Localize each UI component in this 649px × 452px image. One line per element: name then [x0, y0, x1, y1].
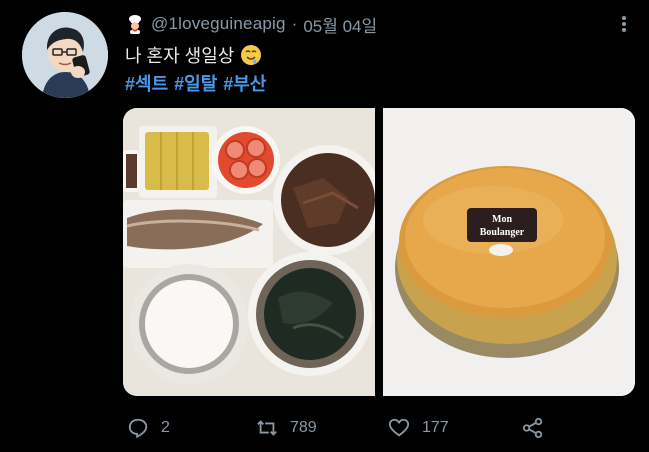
avatar-illustration: [22, 12, 108, 98]
hashtag-link[interactable]: #부산: [223, 74, 266, 94]
media-divider: [375, 108, 383, 396]
cake-image: Mon Boulanger: [383, 108, 635, 396]
hashtag-link[interactable]: #섹트: [125, 74, 168, 94]
share-icon: [522, 417, 543, 439]
avatar[interactable]: [22, 12, 108, 98]
reply-count: 2: [161, 419, 170, 436]
action-bar: 2 789 177: [125, 410, 605, 446]
more-icon[interactable]: [616, 12, 632, 36]
hashtag-list: #섹트 #일탈 #부산: [125, 70, 272, 96]
hashtag-link[interactable]: #일탈: [174, 74, 217, 94]
tweet-header: @1loveguineapig · 05월 04일: [125, 12, 377, 36]
tweet-date[interactable]: 05월 04일: [303, 12, 377, 37]
like-icon: [388, 418, 410, 437]
cake-label-line1: Mon: [492, 214, 512, 225]
media-grid: Mon Boulanger: [123, 108, 635, 396]
like-button[interactable]: 177: [388, 410, 449, 446]
cake-label-line2: Boulanger: [480, 227, 525, 238]
photo-cake[interactable]: Mon Boulanger: [383, 108, 635, 396]
retweet-button[interactable]: 789: [256, 410, 317, 446]
reply-button[interactable]: 2: [127, 410, 170, 446]
retweet-count: 789: [290, 419, 317, 436]
separator-dot: ·: [291, 14, 298, 33]
reply-icon: [128, 418, 148, 439]
chef-avatar-icon: [129, 15, 141, 34]
drooling-face-emoji: [241, 45, 262, 65]
birthday-meal-image: [123, 108, 375, 396]
tweet-text: 나 혼자 생일상: [125, 42, 262, 68]
share-button[interactable]: [522, 410, 544, 446]
tweet: @1loveguineapig · 05월 04일 나 혼자 생일상 #섹트 #일…: [0, 0, 649, 452]
author-handle[interactable]: @1loveguineapig: [151, 14, 286, 34]
retweet-icon: [257, 420, 277, 436]
photo-birthday-meal[interactable]: [123, 108, 375, 396]
tweet-text-content: 나 혼자 생일상: [125, 46, 235, 66]
like-count: 177: [422, 419, 449, 436]
